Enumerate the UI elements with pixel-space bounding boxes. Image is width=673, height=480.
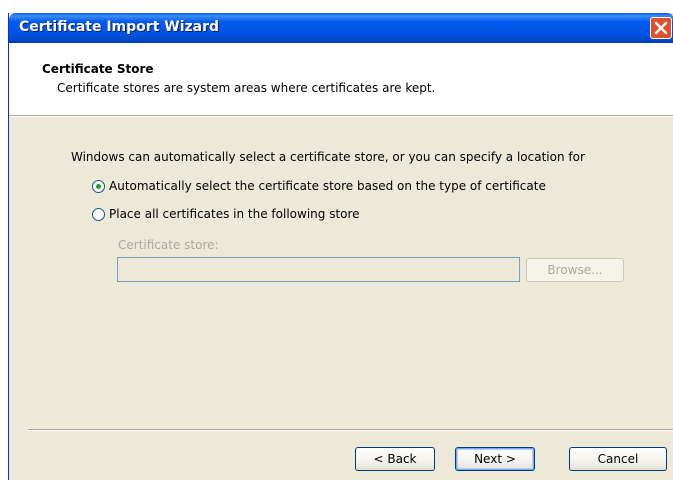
page-subtitle: Certificate stores are system areas wher… [57,81,436,95]
header-divider [9,115,673,117]
close-button[interactable] [650,17,672,39]
radio-selected-dot [96,183,101,189]
cancel-button[interactable]: Cancel [569,447,667,471]
auto-select-option[interactable]: Automatically select the certificate sto… [92,179,546,193]
certificate-store-field [117,257,520,282]
next-button[interactable]: Next > [455,447,535,471]
auto-select-radio[interactable] [92,179,105,193]
browse-button: Browse... [526,258,624,282]
place-in-store-option[interactable]: Place all certificates in the following … [92,207,360,221]
footer-divider [28,429,673,431]
close-icon [654,21,668,35]
page-title: Certificate Store [42,62,154,76]
intro-text: Windows can automatically select a certi… [71,150,585,164]
wizard-header: Certificate Store Certificate stores are… [9,43,673,115]
certificate-store-label: Certificate store: [118,238,219,252]
back-button[interactable]: < Back [355,447,435,471]
auto-select-label[interactable]: Automatically select the certificate sto… [109,179,546,193]
place-in-store-radio[interactable] [92,207,105,221]
place-in-store-label[interactable]: Place all certificates in the following … [109,207,360,221]
title-bar[interactable]: Certificate Import Wizard [9,13,673,43]
window-title: Certificate Import Wizard [19,19,220,35]
wizard-window: Certificate Import Wizard Certificate St… [8,13,673,480]
